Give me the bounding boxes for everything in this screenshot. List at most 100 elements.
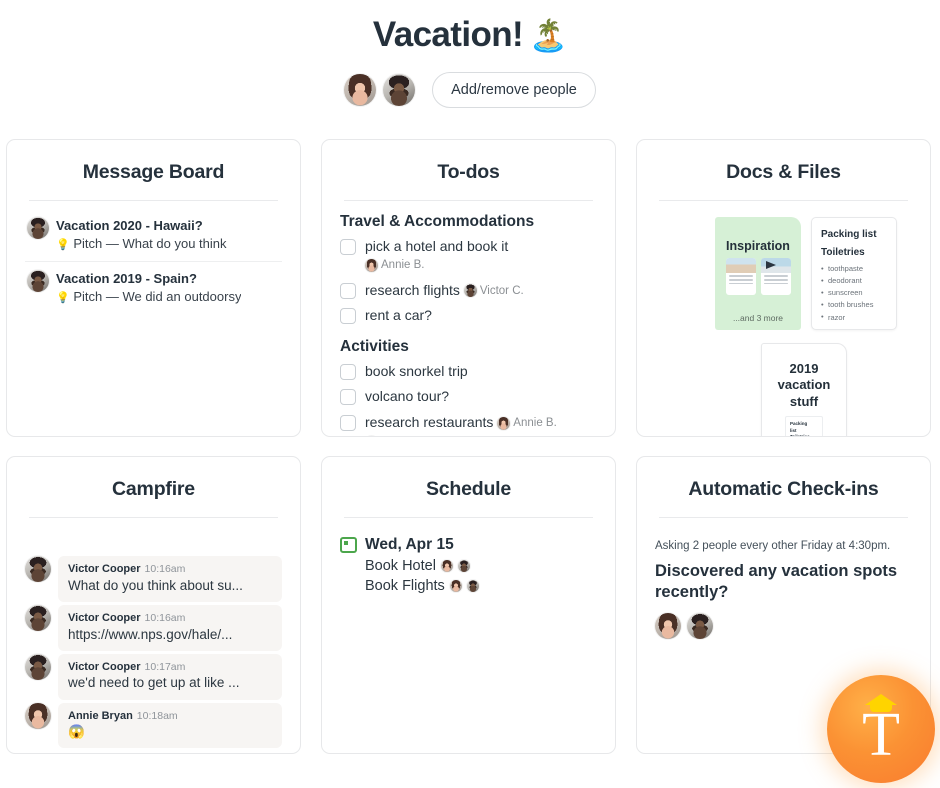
todo-text-wrap: research restaurants Annie B. Victor C. bbox=[365, 413, 597, 436]
divider bbox=[344, 200, 593, 201]
avatar-attendee bbox=[449, 580, 462, 592]
chat-bubble: Victor Cooper 10:17am we'd need to get up… bbox=[58, 653, 282, 700]
divider bbox=[344, 517, 593, 518]
packing-list-item: sunscreen bbox=[821, 287, 887, 299]
message-excerpt: 💡 Pitch — We did an outdoorsy bbox=[56, 288, 241, 306]
avatar-annie-bryan[interactable] bbox=[344, 74, 377, 106]
page-title: Vacation! 🏝️ bbox=[0, 14, 940, 56]
todo-assignee: Annie B. bbox=[365, 258, 424, 272]
chat-message[interactable]: Victor Cooper 10:16am What do you think a… bbox=[25, 556, 282, 602]
check-in-schedule-text: Asking 2 people every other Friday at 4:… bbox=[655, 540, 891, 552]
todo-item[interactable]: book snorkel trip bbox=[340, 359, 597, 385]
people-row: Add/remove people bbox=[0, 72, 940, 108]
chat-message[interactable]: Victor Cooper 10:16am https://www.nps.gov… bbox=[25, 604, 282, 651]
page-header: Vacation! 🏝️ Add/remove people bbox=[0, 0, 940, 108]
checkbox-icon[interactable] bbox=[340, 363, 356, 380]
avatar-sender bbox=[25, 702, 51, 729]
todo-assignee-name: Annie B. bbox=[513, 417, 557, 430]
packing-list-item: deodorant bbox=[821, 275, 887, 287]
avatar-respondent bbox=[655, 613, 681, 640]
campfire-title: Campfire bbox=[112, 478, 195, 500]
todo-text: research restaurants bbox=[365, 413, 494, 430]
docs-files-title: Docs & Files bbox=[726, 161, 841, 183]
todo-text: rent a car? bbox=[365, 307, 432, 324]
chat-sender-name: Victor Cooper bbox=[68, 563, 141, 575]
page-title-text: Vacation! bbox=[372, 15, 524, 54]
checkbox-icon[interactable] bbox=[340, 282, 356, 299]
chat-sender-name: Annie Bryan bbox=[68, 709, 133, 722]
doc-inspiration[interactable]: Inspiration ...and 3 more bbox=[715, 217, 801, 330]
schedule-event[interactable]: Book Flights bbox=[365, 578, 597, 594]
image-thumbnail bbox=[760, 258, 791, 295]
chat-message[interactable]: Victor Cooper 10:17am we'd need to get up… bbox=[25, 653, 282, 700]
chat-text: https://www.nps.gov/hale/... bbox=[68, 626, 233, 642]
message-subject: Vacation 2020 - Hawaii? bbox=[56, 218, 203, 233]
avatar-victor-cooper[interactable] bbox=[383, 74, 416, 106]
todos-title: To-dos bbox=[437, 161, 500, 183]
schedule-entries: Wed, Apr 15 Book Hotel Book Flights bbox=[340, 536, 597, 594]
avatar-sender bbox=[25, 556, 51, 582]
chat-timestamp: 10:16am bbox=[144, 563, 186, 575]
card-campfire[interactable]: Campfire Victor Cooper 10:16am What do yo… bbox=[6, 456, 301, 754]
photo-icon bbox=[760, 258, 791, 273]
calendar-icon bbox=[340, 537, 357, 553]
packing-list-item: toothpaste bbox=[821, 262, 887, 275]
project-page: Vacation! 🏝️ Add/remove people Message Bo… bbox=[0, 0, 940, 788]
chat-meta: Annie Bryan 10:18am bbox=[68, 709, 272, 724]
chat-text: we'd need to get up at like ... bbox=[68, 675, 240, 691]
avatar-attendee bbox=[466, 580, 479, 592]
todo-item[interactable]: research flights Victor C. bbox=[340, 278, 597, 304]
todo-item[interactable]: research restaurants Annie B. Victor C. bbox=[340, 410, 597, 436]
preview-line: list bbox=[790, 427, 797, 433]
card-todos[interactable]: To-dos Travel & Accommodations pick a ho… bbox=[321, 139, 616, 437]
check-ins-title: Automatic Check-ins bbox=[688, 478, 879, 500]
packing-list-items: toothpaste deodorant sunscreen tooth bru… bbox=[821, 262, 887, 324]
image-thumbnail bbox=[725, 258, 756, 295]
todo-text: book snorkel trip bbox=[365, 362, 468, 379]
todo-text: pick a hotel and book it bbox=[365, 238, 509, 254]
todo-assignee: Victor C. bbox=[463, 283, 524, 299]
avatar-respondent bbox=[687, 613, 713, 640]
check-in-entry: Asking 2 people every other Friday at 4:… bbox=[655, 538, 912, 640]
checkbox-icon[interactable] bbox=[340, 239, 356, 255]
add-remove-people-button[interactable]: Add/remove people bbox=[432, 72, 596, 108]
preview-line: Toiletries bbox=[790, 434, 810, 437]
todo-item[interactable]: volcano tour? bbox=[340, 384, 597, 410]
chat-message[interactable]: Annie Bryan 10:18am 😱 bbox=[25, 702, 282, 749]
checkbox-icon[interactable] bbox=[340, 414, 356, 431]
doc-packing-list[interactable]: Packing list Toiletries toothpaste deodo… bbox=[811, 217, 897, 330]
chat-timestamp: 10:16am bbox=[144, 611, 186, 624]
doc-inspiration-title: Inspiration bbox=[726, 239, 790, 253]
todo-text: research flights bbox=[365, 281, 460, 298]
todo-item[interactable]: pick a hotel and book it Annie B. bbox=[340, 234, 597, 278]
message-list-item[interactable]: Vacation 2020 - Hawaii? 💡 Pitch — What d… bbox=[25, 209, 282, 263]
card-docs-files[interactable]: Docs & Files Inspiration ...and 3 more P… bbox=[636, 139, 931, 437]
checkbox-icon[interactable] bbox=[340, 308, 356, 325]
card-message-board[interactable]: Message Board Vacation 2020 - Hawaii? 💡 … bbox=[6, 139, 301, 437]
chat-timestamp: 10:18am bbox=[136, 709, 178, 722]
watermark-inner: T bbox=[846, 692, 916, 766]
checkbox-icon[interactable] bbox=[340, 389, 356, 406]
doc-2019-vacation-stuff[interactable]: 2019 vacation stuff Packing list Toiletr… bbox=[761, 343, 847, 437]
schedule-event-name: Book Flights bbox=[365, 578, 445, 594]
cards-grid: Message Board Vacation 2020 - Hawaii? 💡 … bbox=[6, 139, 934, 754]
todo-item[interactable]: rent a car? bbox=[340, 303, 597, 329]
doc-2019-title: 2019 vacation stuff bbox=[777, 361, 831, 409]
chat-sender-name: Victor Cooper bbox=[68, 660, 141, 673]
divider bbox=[659, 200, 908, 201]
todos-groups: Travel & Accommodations pick a hotel and… bbox=[340, 213, 597, 436]
divider bbox=[29, 200, 278, 201]
check-in-question[interactable]: Discovered any vacation spots recently? bbox=[655, 561, 912, 603]
todo-group-heading: Activities bbox=[340, 337, 409, 355]
schedule-title: Schedule bbox=[425, 478, 512, 500]
card-schedule[interactable]: Schedule Wed, Apr 15 Book Hotel Book Fli… bbox=[321, 456, 616, 754]
preview-line: Packing bbox=[790, 420, 808, 426]
todo-text-wrap: research flights Victor C. bbox=[365, 281, 524, 301]
divider bbox=[29, 517, 278, 518]
lightbulb-icon: 💡 bbox=[56, 291, 70, 304]
message-excerpt-text: Pitch — What do you think bbox=[73, 235, 227, 251]
message-list-item[interactable]: Vacation 2019 - Spain? 💡 Pitch — We did … bbox=[25, 262, 282, 314]
chat-text: 😱 bbox=[68, 724, 85, 740]
schedule-event[interactable]: Book Hotel bbox=[365, 558, 597, 574]
packing-list-item: tooth brushes bbox=[821, 299, 887, 311]
